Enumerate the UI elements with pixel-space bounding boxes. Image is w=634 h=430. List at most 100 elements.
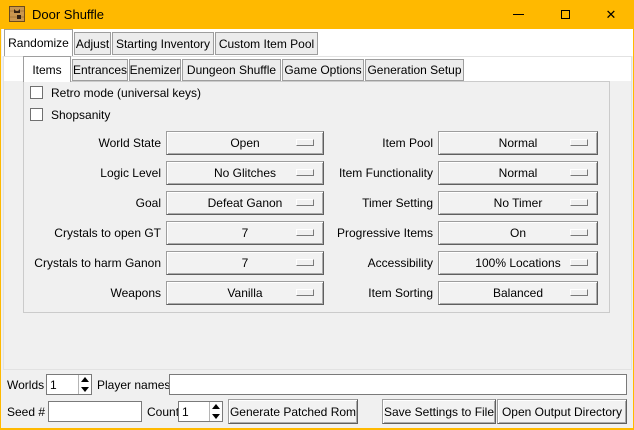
tab-label: Randomize	[8, 36, 69, 50]
retro-mode-checkbox[interactable]	[30, 86, 43, 99]
tab-items[interactable]: Items	[23, 56, 71, 82]
dropdown-value: Normal	[499, 166, 538, 180]
goal-label: Goal	[11, 191, 161, 215]
spinner-arrows	[209, 402, 222, 421]
progressive-items-label: Progressive Items	[321, 221, 433, 245]
progressive-items-dropdown[interactable]: On	[438, 221, 598, 245]
tab-custom-item-pool[interactable]: Custom Item Pool	[215, 32, 318, 55]
tab-randomize[interactable]: Randomize	[4, 29, 73, 56]
count-input[interactable]	[179, 402, 209, 421]
tab-enemizer[interactable]: Enemizer	[129, 59, 181, 81]
retro-mode-label: Retro mode (universal keys)	[51, 86, 201, 100]
item-sorting-dropdown[interactable]: Balanced	[438, 281, 598, 305]
shopsanity-label: Shopsanity	[51, 108, 110, 122]
world-state-dropdown[interactable]: Open	[166, 131, 324, 155]
tab-label: Enemizer	[130, 63, 181, 77]
tab-label: Custom Item Pool	[219, 37, 314, 51]
dropdown-value: Open	[230, 136, 259, 150]
dropdown-value: 100% Locations	[475, 256, 560, 270]
tab-starting-inventory[interactable]: Starting Inventory	[112, 32, 214, 55]
close-icon: ✕	[606, 8, 617, 21]
spin-down-button[interactable]	[79, 385, 91, 395]
crystals-ganon-dropdown[interactable]: 7	[166, 251, 324, 275]
accessibility-dropdown[interactable]: 100% Locations	[438, 251, 598, 275]
dropdown-value: Vanilla	[227, 286, 262, 300]
crystals-gt-dropdown[interactable]: 7	[166, 221, 324, 245]
dropdown-value: No Glitches	[214, 166, 276, 180]
goal-dropdown[interactable]: Defeat Ganon	[166, 191, 324, 215]
worlds-label: Worlds	[7, 378, 44, 392]
timer-setting-label: Timer Setting	[321, 191, 433, 215]
worlds-input[interactable]	[47, 375, 78, 394]
spin-up-button[interactable]	[79, 375, 91, 385]
dropdown-indicator-icon	[296, 229, 314, 236]
item-functionality-dropdown[interactable]: Normal	[438, 161, 598, 185]
open-output-directory-button[interactable]: Open Output Directory	[497, 399, 627, 424]
dropdown-indicator-icon	[570, 139, 588, 146]
weapons-dropdown[interactable]: Vanilla	[166, 281, 324, 305]
item-pool-dropdown[interactable]: Normal	[438, 131, 598, 155]
dropdown-indicator-icon	[570, 199, 588, 206]
tab-label: Starting Inventory	[116, 37, 210, 51]
tab-label: Generation Setup	[367, 63, 461, 77]
dropdown-value: Normal	[499, 136, 538, 150]
spin-down-button[interactable]	[210, 412, 222, 422]
maximize-button[interactable]	[542, 0, 588, 29]
dropdown-indicator-icon	[296, 169, 314, 176]
logic-level-dropdown[interactable]: No Glitches	[166, 161, 324, 185]
spinner-arrows	[78, 375, 91, 394]
dropdown-indicator-icon	[296, 289, 314, 296]
accessibility-label: Accessibility	[321, 251, 433, 275]
save-settings-button[interactable]: Save Settings to File	[382, 399, 496, 424]
tab-label: Game Options	[284, 63, 361, 77]
arrow-up-icon	[81, 377, 89, 382]
weapons-label: Weapons	[11, 281, 161, 305]
minimize-icon	[513, 14, 524, 15]
crystals-ganon-label: Crystals to harm Ganon	[11, 251, 161, 275]
dropdown-value: 7	[242, 226, 249, 240]
world-state-label: World State	[11, 131, 161, 155]
tab-entrances[interactable]: Entrances	[72, 59, 128, 81]
tab-adjust[interactable]: Adjust	[74, 32, 111, 55]
dropdown-indicator-icon	[570, 289, 588, 296]
generate-patched-rom-button[interactable]: Generate Patched Rom	[228, 399, 358, 424]
dropdown-indicator-icon	[296, 199, 314, 206]
dropdown-indicator-icon	[570, 229, 588, 236]
tab-game-options[interactable]: Game Options	[282, 59, 364, 81]
spin-up-button[interactable]	[210, 402, 222, 412]
logic-level-label: Logic Level	[11, 161, 161, 185]
seed-input[interactable]	[48, 401, 142, 422]
app-chest-icon	[9, 6, 25, 22]
tab-label: Entrances	[73, 63, 127, 77]
minimize-button[interactable]	[495, 0, 541, 29]
dropdown-value: On	[510, 226, 526, 240]
item-sorting-label: Item Sorting	[321, 281, 433, 305]
item-pool-label: Item Pool	[321, 131, 433, 155]
count-spinner[interactable]	[178, 401, 223, 422]
dropdown-indicator-icon	[296, 139, 314, 146]
item-functionality-label: Item Functionality	[321, 161, 433, 185]
count-label: Count	[147, 405, 179, 419]
dropdown-indicator-icon	[570, 259, 588, 266]
dropdown-value: 7	[242, 256, 249, 270]
tab-dungeon-shuffle[interactable]: Dungeon Shuffle	[182, 59, 281, 81]
arrow-down-icon	[212, 414, 220, 419]
title-bar: Door Shuffle ✕	[1, 0, 634, 29]
crystals-gt-label: Crystals to open GT	[11, 221, 161, 245]
tab-label: Adjust	[76, 37, 109, 51]
close-button[interactable]: ✕	[588, 0, 634, 29]
dropdown-indicator-icon	[570, 169, 588, 176]
worlds-spinner[interactable]	[46, 374, 92, 395]
dropdown-indicator-icon	[296, 259, 314, 266]
tab-label: Dungeon Shuffle	[187, 63, 276, 77]
dropdown-value: Balanced	[493, 286, 543, 300]
tab-generation-setup[interactable]: Generation Setup	[365, 59, 464, 81]
shopsanity-checkbox[interactable]	[30, 108, 43, 121]
door-shuffle-window: Door Shuffle ✕ Randomize Adjust Starting…	[0, 0, 634, 430]
player-names-input[interactable]	[169, 374, 627, 395]
timer-setting-dropdown[interactable]: No Timer	[438, 191, 598, 215]
dropdown-value: Defeat Ganon	[208, 196, 283, 210]
player-names-label: Player names	[97, 378, 170, 392]
tab-label: Items	[32, 63, 61, 77]
dropdown-value: No Timer	[494, 196, 543, 210]
